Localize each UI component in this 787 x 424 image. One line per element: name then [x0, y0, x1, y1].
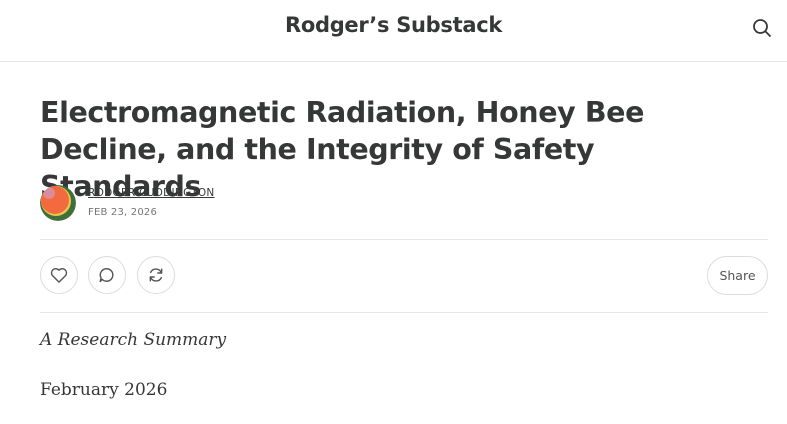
publication-title[interactable]: Rodger’s Substack — [0, 13, 787, 37]
restack-icon — [149, 268, 163, 282]
divider-bottom — [40, 312, 768, 313]
post-subtitle: A Research Summary — [40, 330, 227, 350]
share-button[interactable]: Share — [707, 256, 768, 295]
post-date: FEB 23, 2026 — [88, 207, 158, 218]
avatar-image — [40, 185, 76, 221]
top-bar: Rodger’s Substack — [0, 0, 787, 62]
restack-button[interactable] — [137, 256, 175, 294]
author-name[interactable]: RODGER CUDDINGTON — [88, 187, 215, 199]
comment-button[interactable] — [88, 256, 126, 294]
heart-icon — [50, 268, 68, 283]
search-button[interactable] — [750, 16, 774, 40]
author-avatar[interactable] — [40, 185, 76, 221]
divider-top — [40, 239, 768, 240]
body-paragraph: February 2026 — [40, 380, 168, 400]
like-button[interactable] — [40, 256, 78, 294]
comment-icon — [99, 268, 114, 283]
search-icon — [753, 19, 771, 37]
